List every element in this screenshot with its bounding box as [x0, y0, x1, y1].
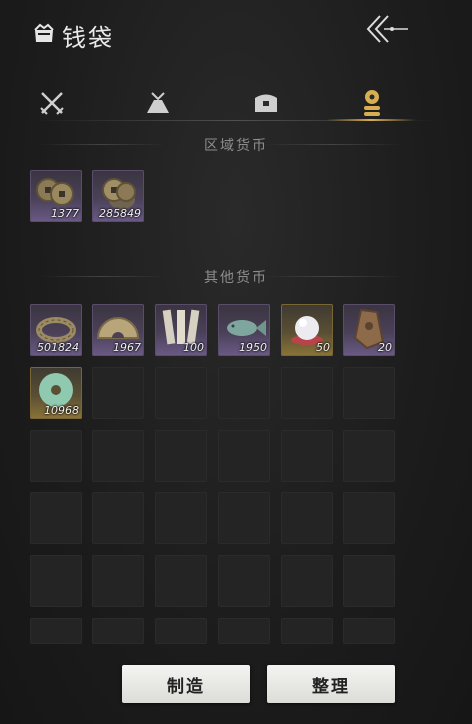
back-arrow-icon[interactable] — [362, 12, 412, 46]
currency-slot[interactable]: 1377 — [30, 170, 82, 222]
empty-slot — [155, 492, 207, 544]
pouch-title-icon — [34, 23, 54, 42]
empty-slot — [343, 492, 395, 544]
coins-icon — [364, 90, 380, 116]
chest-icon — [255, 94, 277, 112]
empty-slot — [218, 618, 270, 644]
header: 钱袋 — [0, 0, 472, 72]
currency-slot[interactable]: 20 — [343, 304, 395, 356]
empty-slot — [343, 367, 395, 419]
item-quantity: 1950 — [239, 341, 267, 354]
empty-slot — [155, 430, 207, 482]
tab-weapons[interactable] — [32, 86, 72, 120]
item-quantity: 285849 — [99, 207, 141, 220]
currency-slot[interactable]: 10968 — [30, 367, 82, 419]
section-title-regional: 区域货币 — [204, 138, 268, 154]
empty-slot — [218, 555, 270, 607]
section-divider-right — [262, 276, 402, 277]
item-quantity: 100 — [183, 341, 204, 354]
empty-slot — [281, 367, 333, 419]
tab-currency[interactable] — [352, 86, 392, 120]
item-quantity: 501824 — [37, 341, 79, 354]
empty-slot — [343, 430, 395, 482]
empty-slot — [155, 618, 207, 644]
item-quantity: 20 — [378, 341, 392, 354]
empty-slot — [343, 555, 395, 607]
crossed-swords-icon — [40, 92, 64, 115]
tab-bar — [0, 78, 472, 130]
item-quantity: 1377 — [51, 207, 79, 220]
page-title: 钱袋 — [62, 24, 114, 52]
empty-slot — [281, 618, 333, 644]
section-title-other: 其他货币 — [204, 270, 268, 286]
empty-slot — [281, 430, 333, 482]
empty-slot — [155, 367, 207, 419]
tab-chest[interactable] — [246, 86, 286, 120]
empty-slot — [343, 618, 395, 644]
currency-slot[interactable]: 1950 — [218, 304, 270, 356]
currency-slot[interactable]: 100 — [155, 304, 207, 356]
empty-slot — [92, 618, 144, 644]
tab-active-indicator — [326, 119, 416, 121]
empty-slot — [92, 430, 144, 482]
empty-slot — [218, 367, 270, 419]
empty-slot — [281, 555, 333, 607]
empty-slot — [218, 430, 270, 482]
empty-slot — [155, 555, 207, 607]
empty-slot — [92, 555, 144, 607]
item-quantity: 1967 — [113, 341, 141, 354]
currency-slot[interactable]: 285849 — [92, 170, 144, 222]
currency-slot[interactable]: 1967 — [92, 304, 144, 356]
sort-button[interactable]: 整理 — [267, 665, 395, 703]
empty-slot — [30, 430, 82, 482]
empty-slot — [281, 492, 333, 544]
empty-slot — [218, 492, 270, 544]
section-divider-right — [262, 144, 402, 145]
empty-slot — [92, 367, 144, 419]
empty-slot — [92, 492, 144, 544]
empty-slot — [30, 618, 82, 644]
item-quantity: 10968 — [44, 404, 79, 417]
currency-slot[interactable]: 50 — [281, 304, 333, 356]
wallet-panel: 钱袋 区域货币 1377 285849 其他货币 501824 1967 100… — [0, 0, 472, 724]
empty-slot — [30, 492, 82, 544]
tab-pouch[interactable] — [138, 86, 178, 120]
empty-slot — [30, 555, 82, 607]
item-quantity: 50 — [316, 341, 330, 354]
craft-button[interactable]: 制造 — [122, 665, 250, 703]
currency-slot[interactable]: 501824 — [30, 304, 82, 356]
pouch-icon — [147, 92, 169, 113]
